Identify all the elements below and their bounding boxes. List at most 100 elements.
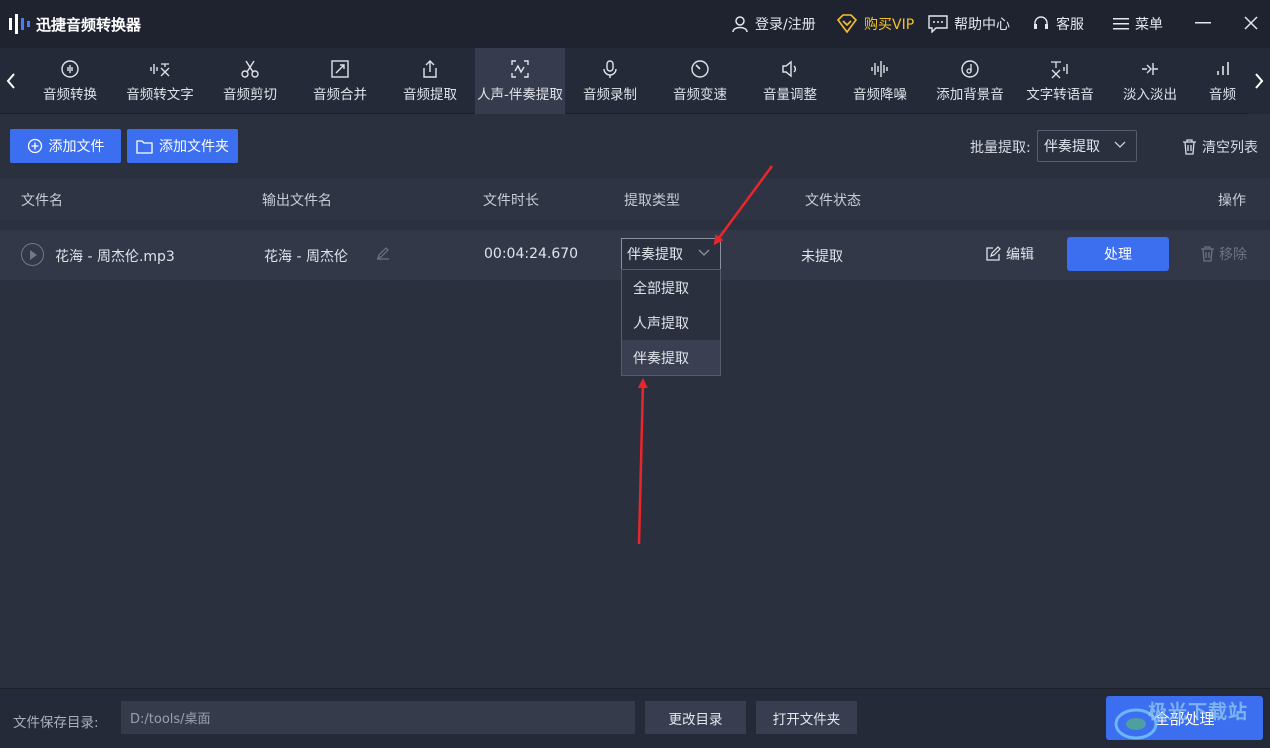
help-center-label: 帮助中心 [954,17,1010,33]
edit-button[interactable]: 编辑 [985,244,1034,264]
option-extract-all[interactable]: 全部提取 [622,270,720,305]
feature-vocal-accompaniment-extract[interactable]: 人声-伴奏提取 [475,48,565,114]
play-icon[interactable] [21,243,44,266]
scroll-left-button[interactable] [0,48,22,114]
feature-add-background-music[interactable]: 添加背景音 [925,48,1015,114]
save-directory-label: 文件保存目录: [13,715,99,731]
scissors-icon [241,60,259,78]
feature-audio-denoise[interactable]: 音频降噪 [835,48,925,114]
chevron-left-icon [6,73,15,89]
login-button[interactable]: 登录/注册 [731,12,816,36]
file-name-cell: 花海 - 周杰伦.mp3 [55,249,175,265]
feature-volume-adjust[interactable]: 音量调整 [745,48,835,114]
feature-audio-merge[interactable]: 音频合并 [295,48,385,114]
feature-toolbar: 音频转换 音频转文字 音频剪切 音频合并 音频提取 人声-伴奏提取 音频录制 音… [0,48,1270,114]
batch-extract-select[interactable]: 伴奏提取 [1037,130,1137,162]
chevron-down-icon [698,249,710,256]
feature-audio-record[interactable]: 音频录制 [565,48,655,114]
clear-list-button[interactable]: 清空列表 [1182,137,1258,157]
remove-label: 移除 [1219,247,1247,263]
audio-convert-icon [61,60,79,78]
option-extract-vocals[interactable]: 人声提取 [622,305,720,340]
table-header: 文件名 输出文件名 文件时长 提取类型 文件状态 操作 [0,178,1270,220]
option-extract-accompaniment[interactable]: 伴奏提取 [622,340,720,375]
feature-label: 音频转文字 [126,87,194,103]
batch-extract-value: 伴奏提取 [1044,139,1100,155]
feature-label: 音量调整 [763,87,817,103]
feature-audio-speed[interactable]: 音频变速 [655,48,745,114]
merge-icon [331,60,349,78]
feature-label: 添加背景音 [936,87,1004,103]
feature-audio-extract[interactable]: 音频提取 [385,48,475,114]
feature-fade-in-out[interactable]: 淡入淡出 [1105,48,1195,114]
feature-text-to-speech[interactable]: 文字转语音 [1015,48,1105,114]
feature-label: 人声-伴奏提取 [477,87,563,103]
status-cell: 未提取 [801,249,843,265]
headset-icon [1034,16,1048,29]
login-label: 登录/注册 [755,17,816,33]
feature-label: 音频 [1209,87,1236,103]
hamburger-icon [1113,18,1129,30]
upload-icon [423,60,437,78]
duration-cell: 00:04:24.670 [484,246,579,262]
add-file-label: 添加文件 [48,139,105,155]
change-directory-button[interactable]: 更改目录 [645,701,746,734]
open-folder-button[interactable]: 打开文件夹 [756,701,857,734]
annotation-arrow-bottom [637,378,648,545]
footer-bar: 文件保存目录: 更改目录 打开文件夹 全部处理 [0,688,1270,748]
user-icon [732,16,748,33]
close-icon[interactable] [1243,15,1259,31]
help-center-button[interactable]: 帮助中心 [928,12,1010,36]
header-output-name: 输出文件名 [262,193,332,209]
add-folder-button[interactable]: 添加文件夹 [127,129,238,163]
speed-icon [691,60,709,78]
process-button[interactable]: 处理 [1067,237,1169,271]
vip-label: 购买VIP [864,17,915,33]
chat-bubble-icon [928,15,948,33]
add-file-button[interactable]: 添加文件 [10,129,121,163]
feature-label: 音频提取 [403,87,457,103]
denoise-icon [871,61,888,77]
feature-label: 音频转换 [43,87,97,103]
trash-icon [1201,246,1214,262]
remove-button[interactable]: 移除 [1200,244,1247,264]
menu-label: 菜单 [1135,17,1163,33]
title-bar: 迅捷音频转换器 登录/注册 购买VIP 帮助中心 客服 菜单 [0,0,1270,48]
app-logo-icon [9,14,30,34]
watermark-text: 极光下载站 [1148,701,1249,723]
save-directory-input[interactable] [121,701,635,734]
chevron-down-icon [1114,141,1126,148]
add-folder-label: 添加文件夹 [159,139,229,155]
feature-audio-to-text[interactable]: 音频转文字 [115,48,205,114]
feature-audio-cut[interactable]: 音频剪切 [205,48,295,114]
buy-vip-button[interactable]: 购买VIP [836,12,914,36]
audio-to-text-icon [150,63,170,77]
extract-type-dropdown: 全部提取 人声提取 伴奏提取 [621,269,721,376]
header-extract-type: 提取类型 [624,193,680,209]
minimize-icon[interactable] [1195,21,1211,25]
header-actions: 操作 [1218,193,1246,209]
scroll-right-button[interactable] [1248,48,1270,114]
text-to-speech-icon [1051,61,1068,79]
microphone-icon [603,60,617,78]
menu-button[interactable]: 菜单 [1113,12,1163,36]
extract-type-value: 伴奏提取 [627,247,683,263]
feature-label: 淡入淡出 [1123,87,1177,103]
feature-audio-convert[interactable]: 音频转换 [25,48,115,114]
vocal-extract-icon [511,60,529,78]
header-file-status: 文件状态 [805,193,861,209]
feature-audio-more[interactable]: 音频 [1195,48,1250,114]
fade-icon [1142,63,1158,75]
customer-service-label: 客服 [1056,17,1084,33]
bars-icon [1216,62,1229,75]
trash-icon [1183,139,1196,155]
batch-extract-label: 批量提取: [970,140,1031,156]
app-title: 迅捷音频转换器 [36,16,142,34]
customer-service-button[interactable]: 客服 [1032,12,1084,36]
header-file-name: 文件名 [21,193,63,209]
chevron-right-icon [1255,73,1264,89]
folder-icon [136,139,153,154]
header-duration: 文件时长 [483,193,539,209]
pencil-icon[interactable] [376,246,390,260]
extract-type-select[interactable]: 伴奏提取 [621,238,721,270]
